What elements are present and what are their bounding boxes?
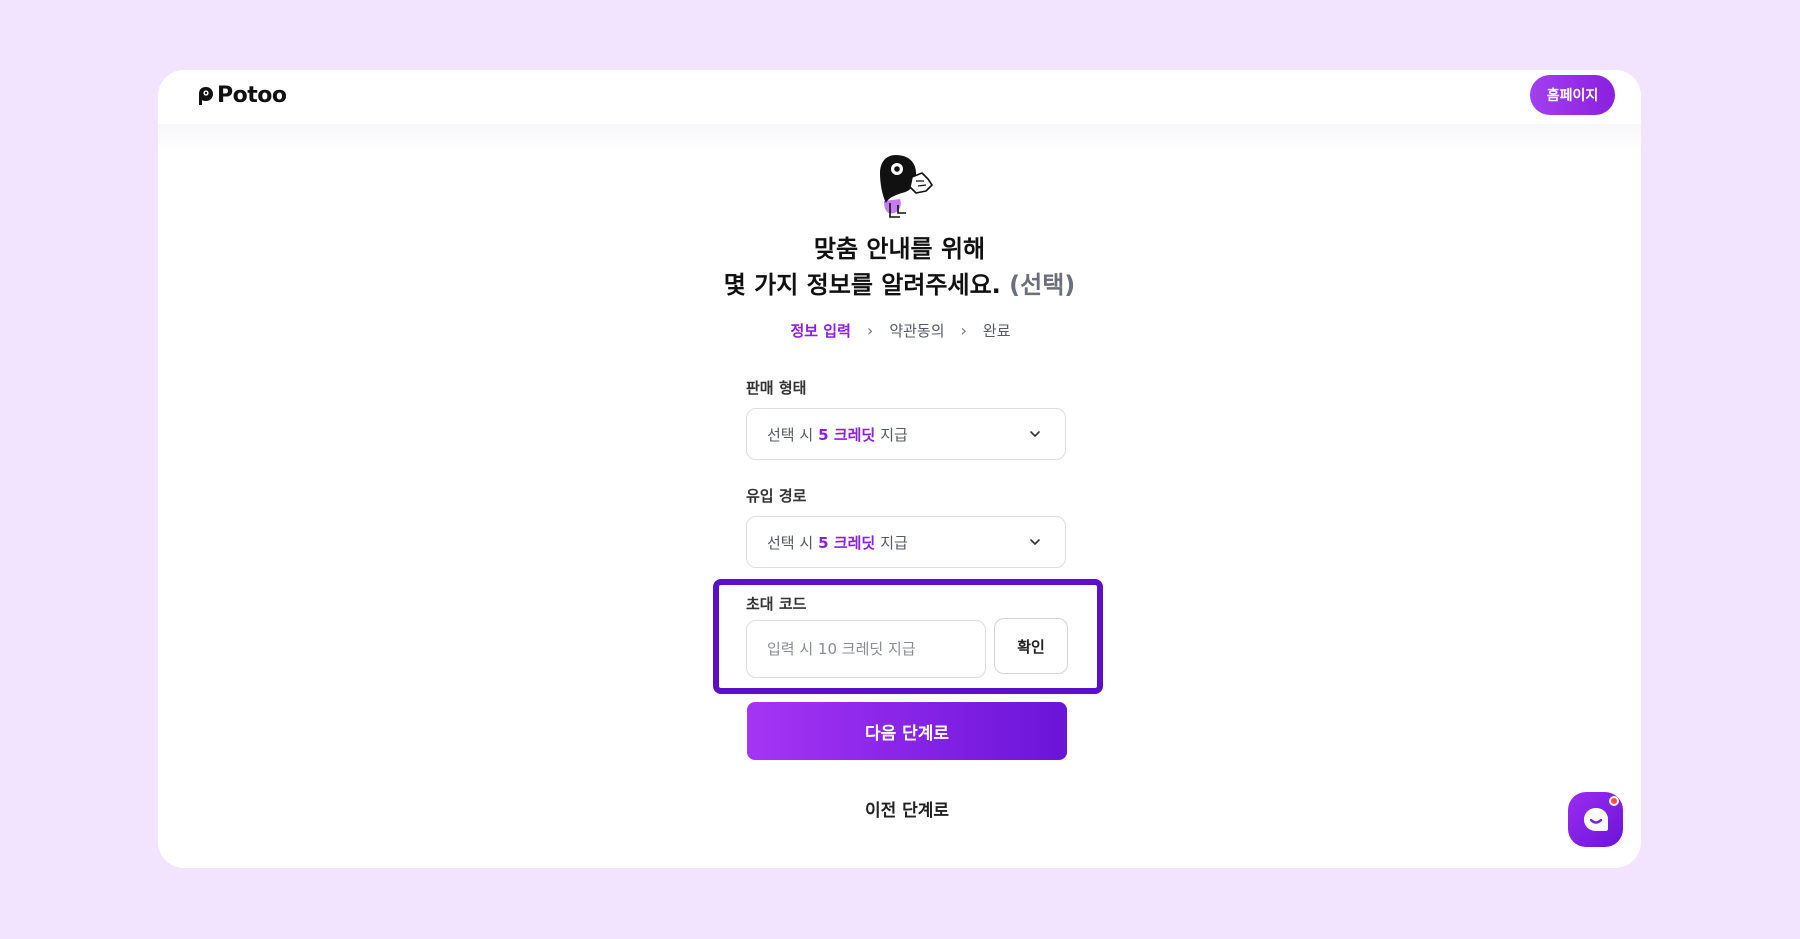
previous-step-link[interactable]: 이전 단계로 [747, 796, 1067, 821]
sales-type-select[interactable]: 선택 시 5 크레딧 지급 [746, 408, 1066, 460]
top-bar: Potoo 홈페이지 [158, 70, 1641, 124]
header-divider-shadow [158, 124, 1641, 154]
optional-tag: (선택) [1009, 271, 1076, 299]
chevron-down-icon [1030, 539, 1040, 545]
potoo-mascot-icon [876, 153, 936, 223]
potoo-bird-logo-icon [199, 86, 213, 105]
step-terms: 약관동의 [889, 322, 945, 340]
inflow-path-select[interactable]: 선택 시 5 크레딧 지급 [746, 516, 1066, 568]
next-step-button[interactable]: 다음 단계로 [747, 702, 1067, 760]
page-heading: 맞춤 안내를 위해 몇 가지 정보를 알려주세요. (선택) [158, 231, 1641, 303]
invite-code-confirm-button[interactable]: 확인 [994, 618, 1068, 674]
inflow-path-prefix: 선택 시 [767, 533, 814, 552]
heading-line-1: 맞춤 안내를 위해 [813, 235, 986, 263]
step-complete: 완료 [982, 322, 1011, 340]
inflow-path-credit: 5 크레딧 [818, 533, 876, 552]
logo[interactable]: Potoo [198, 83, 287, 108]
chevron-down-icon [1030, 431, 1040, 437]
invite-code-input[interactable] [746, 620, 986, 678]
homepage-button[interactable]: 홈페이지 [1530, 75, 1615, 115]
sales-type-credit: 5 크레딧 [818, 425, 876, 444]
step-info-input: 정보 입력 [790, 322, 851, 340]
chat-bubble-icon [1583, 807, 1608, 831]
sales-type-prefix: 선택 시 [767, 425, 814, 444]
heading-line-2-text: 몇 가지 정보를 알려주세요. [723, 271, 1001, 299]
chevron-right-icon: › [866, 321, 874, 340]
step-indicator: 정보 입력 › 약관동의 › 완료 [158, 320, 1641, 341]
inflow-path-suffix: 지급 [880, 533, 908, 552]
chevron-right-icon: › [960, 321, 967, 340]
sales-type-suffix: 지급 [880, 425, 908, 444]
sales-type-label: 판매 형태 [746, 379, 807, 397]
invite-code-label: 초대 코드 [746, 595, 807, 613]
inflow-path-label: 유입 경로 [746, 487, 807, 505]
heading-line-2: 몇 가지 정보를 알려주세요. (선택) [158, 267, 1641, 303]
notification-dot [1609, 796, 1619, 806]
logo-text: Potoo [217, 83, 287, 108]
chat-button[interactable] [1568, 792, 1623, 847]
main-card: Potoo 홈페이지 맞춤 안내를 위해 몇 가지 정보를 알려주세요. (선택… [158, 70, 1641, 868]
